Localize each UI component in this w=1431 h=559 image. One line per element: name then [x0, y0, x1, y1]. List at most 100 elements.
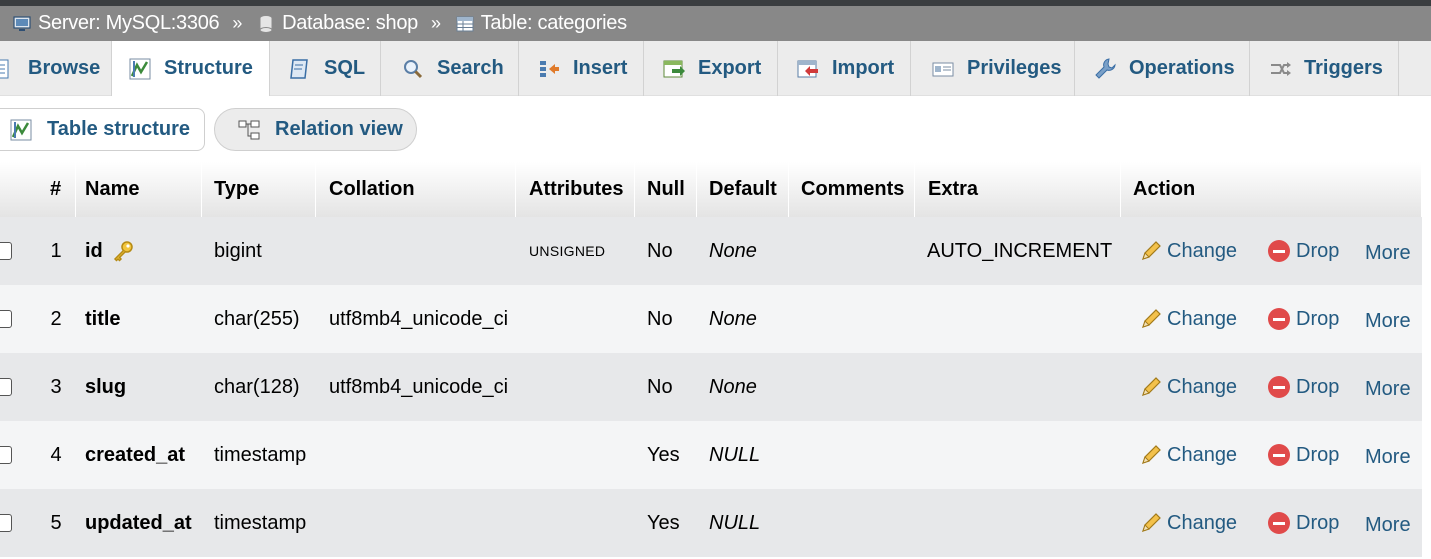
tab-import-label: Import: [832, 57, 895, 79]
breadcrumb-separator: »: [232, 13, 243, 33]
more-label: More: [1365, 513, 1411, 536]
change-label: Change: [1167, 239, 1238, 262]
breadcrumb-database[interactable]: Database: shop: [256, 12, 418, 35]
cell-type: char(255): [214, 307, 300, 330]
change-link[interactable]: Change: [1139, 285, 1237, 353]
drop-label: Drop: [1296, 239, 1340, 262]
breadcrumb-table[interactable]: Table: categories: [455, 12, 627, 35]
header-type[interactable]: Type: [202, 162, 316, 217]
drop-label: Drop: [1296, 375, 1340, 398]
drop-icon: [1268, 444, 1290, 466]
row-checkbox[interactable]: [0, 514, 12, 532]
breadcrumb-database-label: Database: shop: [282, 12, 418, 34]
cell-default: None: [709, 239, 757, 262]
drop-link[interactable]: Drop: [1268, 217, 1339, 285]
cell-collation: utf8mb4_unicode_ci: [329, 375, 509, 398]
change-link[interactable]: Change: [1139, 353, 1237, 421]
tab-privileges[interactable]: Privileges: [911, 41, 1075, 96]
cell-null: Yes: [647, 443, 680, 466]
header-comments[interactable]: Comments: [789, 162, 915, 217]
tab-operations-label: Operations: [1129, 57, 1235, 79]
cell-type: timestamp: [214, 443, 307, 466]
relation-icon: [238, 120, 260, 139]
cell-num: 2: [50, 307, 62, 330]
more-link[interactable]: More: [1365, 287, 1411, 355]
more-link[interactable]: More: [1365, 423, 1411, 491]
triggers-icon: [1271, 61, 1291, 76]
drop-label: Drop: [1296, 511, 1340, 534]
header-name[interactable]: Name: [76, 162, 202, 217]
cell-name-label: title: [85, 307, 121, 330]
tab-export[interactable]: Export: [644, 41, 778, 96]
drop-link[interactable]: Drop: [1268, 421, 1339, 489]
more-link[interactable]: More: [1365, 491, 1411, 559]
search-icon: [404, 59, 423, 78]
header-action: Action: [1121, 162, 1422, 217]
table-row: 2 title char(255) utf8mb4_unicode_ci No None C…: [0, 285, 1422, 353]
database-icon: [259, 14, 273, 33]
drop-link[interactable]: Drop: [1268, 489, 1339, 557]
cell-collation: utf8mb4_unicode_ci: [329, 307, 509, 330]
tab-sql-label: SQL: [324, 57, 366, 79]
breadcrumb: Server: MySQL:3306 » Database: shop » Ta…: [0, 6, 1431, 41]
change-label: Change: [1167, 443, 1238, 466]
cell-num: 3: [50, 375, 62, 398]
structure-table: # Name Type Collation Attributes Null De…: [0, 162, 1422, 557]
cell-default: None: [709, 375, 757, 398]
cell-type: bigint: [214, 239, 262, 262]
drop-label: Drop: [1296, 443, 1340, 466]
tab-structure-label: Structure: [164, 57, 253, 79]
change-link[interactable]: Change: [1139, 489, 1237, 557]
header-null[interactable]: Null: [635, 162, 697, 217]
cell-null: No: [647, 239, 673, 262]
tab-insert[interactable]: Insert: [519, 41, 644, 96]
more-label: More: [1365, 445, 1411, 468]
header-extra[interactable]: Extra: [915, 162, 1121, 217]
breadcrumb-server[interactable]: Server: MySQL:3306: [12, 12, 220, 35]
change-link[interactable]: Change: [1139, 421, 1237, 489]
more-label: More: [1365, 309, 1411, 332]
row-checkbox[interactable]: [0, 378, 12, 396]
change-label: Change: [1167, 307, 1238, 330]
insert-icon: [540, 60, 559, 77]
cell-name: updated_at: [85, 489, 192, 557]
header-collation[interactable]: Collation: [316, 162, 516, 217]
subtab-table-structure[interactable]: Table structure: [0, 108, 205, 151]
drop-link[interactable]: Drop: [1268, 353, 1339, 421]
tab-operations[interactable]: Operations: [1075, 41, 1250, 96]
main-tabs: Browse Structure SQL Search Insert Expor…: [0, 41, 1431, 96]
breadcrumb-server-label: Server: MySQL:3306: [38, 12, 220, 34]
row-checkbox[interactable]: [0, 310, 12, 328]
subtab-relation-view-label: Relation view: [275, 118, 403, 140]
cell-default: NULL: [709, 511, 761, 534]
tab-browse[interactable]: Browse: [0, 41, 112, 96]
tab-structure[interactable]: Structure: [112, 41, 270, 96]
cell-name-label: id: [85, 239, 103, 262]
row-checkbox[interactable]: [0, 242, 12, 260]
tab-search[interactable]: Search: [381, 41, 519, 96]
header-default[interactable]: Default: [697, 162, 789, 217]
drop-link[interactable]: Drop: [1268, 285, 1339, 353]
tab-browse-label: Browse: [28, 57, 101, 79]
tab-triggers[interactable]: Triggers: [1250, 41, 1399, 96]
breadcrumb-table-label: Table: categories: [480, 12, 627, 34]
cell-name: slug: [85, 353, 126, 421]
cell-attributes: UNSIGNED: [529, 243, 606, 259]
more-link[interactable]: More: [1365, 219, 1411, 287]
change-link[interactable]: Change: [1139, 217, 1237, 285]
drop-icon: [1268, 512, 1290, 534]
header-attributes[interactable]: Attributes: [516, 162, 635, 217]
header-num: #: [36, 162, 76, 217]
subtab-relation-view[interactable]: Relation view: [214, 108, 417, 151]
subtab-table-structure-label: Table structure: [47, 118, 190, 140]
pencil-icon: [1142, 309, 1161, 328]
more-link[interactable]: More: [1365, 355, 1411, 423]
more-label: More: [1365, 241, 1411, 264]
cell-num: 1: [50, 239, 62, 262]
change-label: Change: [1167, 375, 1238, 398]
row-checkbox[interactable]: [0, 446, 12, 464]
cell-default: NULL: [709, 443, 761, 466]
tab-import[interactable]: Import: [778, 41, 911, 96]
table-icon: [456, 16, 474, 31]
tab-sql[interactable]: SQL: [270, 41, 381, 96]
